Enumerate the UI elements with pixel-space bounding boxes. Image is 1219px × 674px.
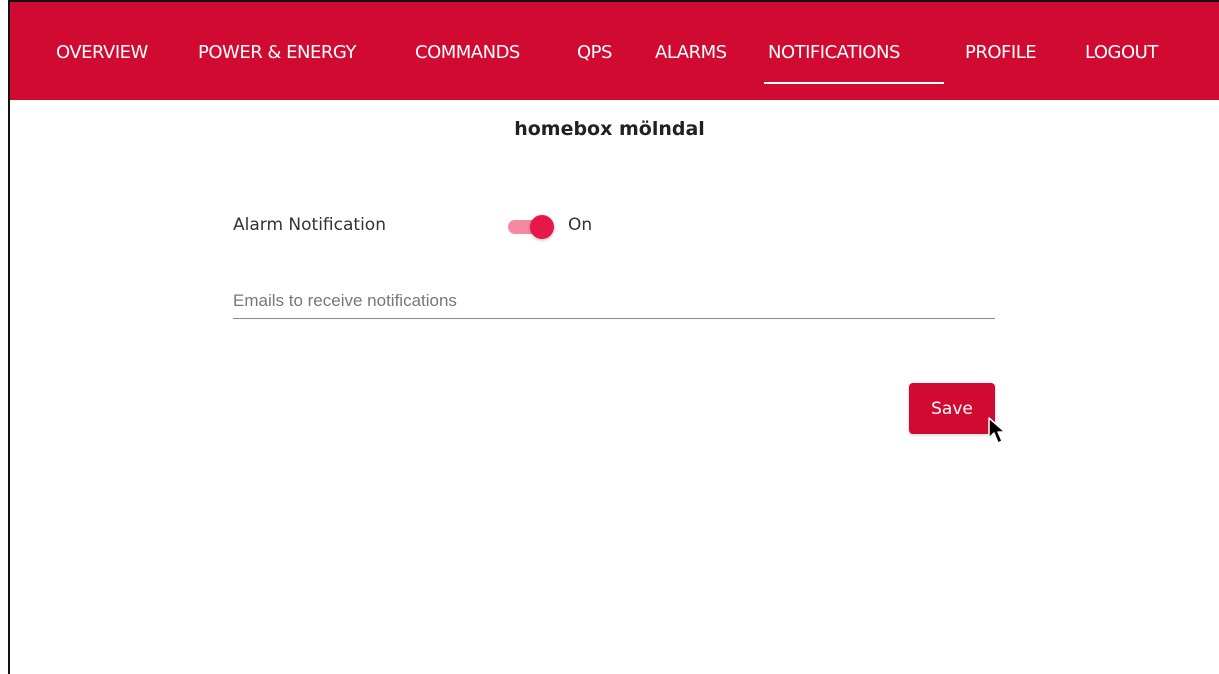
alarm-toggle-state: On [568, 215, 593, 235]
nav-item-overview[interactable]: OVERVIEW [56, 42, 148, 63]
nav-item-alarms[interactable]: ALARMS [655, 42, 727, 63]
nav-item-profile[interactable]: PROFILE [965, 42, 1037, 63]
toggle-knob [530, 215, 554, 239]
main-nav: OVERVIEW POWER & ENERGY COMMANDS QPS ALA… [10, 2, 1219, 100]
window-frame [8, 0, 1219, 674]
active-tab-indicator [764, 82, 944, 84]
alarm-notification-toggle[interactable] [508, 214, 556, 240]
emails-input[interactable] [233, 284, 995, 319]
nav-item-notifications[interactable]: NOTIFICATIONS [768, 42, 900, 63]
nav-item-power-energy[interactable]: POWER & ENERGY [198, 42, 356, 63]
top-navigation-bar: OVERVIEW POWER & ENERGY COMMANDS QPS ALA… [10, 2, 1219, 100]
page-title: homebox mölndal [514, 118, 705, 140]
nav-item-commands[interactable]: COMMANDS [415, 42, 520, 63]
nav-item-logout[interactable]: LOGOUT [1085, 42, 1158, 63]
mouse-pointer-icon [988, 417, 1006, 444]
nav-item-qps[interactable]: QPS [577, 42, 612, 63]
alarm-notification-label: Alarm Notification [233, 215, 386, 235]
save-button[interactable]: Save [909, 383, 995, 434]
